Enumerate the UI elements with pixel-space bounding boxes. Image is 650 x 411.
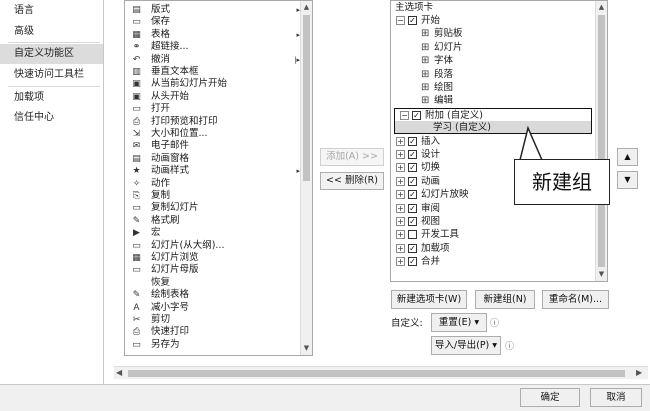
scroll-right-icon[interactable]: ▶ <box>636 368 642 377</box>
callout-new-group: 新建组 <box>514 159 610 205</box>
scroll-thumb[interactable] <box>128 370 625 377</box>
scroll-left-icon[interactable]: ◀ <box>116 368 122 377</box>
cancel-button[interactable]: 取消 <box>590 388 642 407</box>
horizontal-scrollbar[interactable]: ◀ ▶ <box>114 366 648 379</box>
dialog-footer: 确定 取消 <box>0 384 650 411</box>
ok-button[interactable]: 确定 <box>520 388 580 407</box>
callout-pointer <box>519 125 543 161</box>
